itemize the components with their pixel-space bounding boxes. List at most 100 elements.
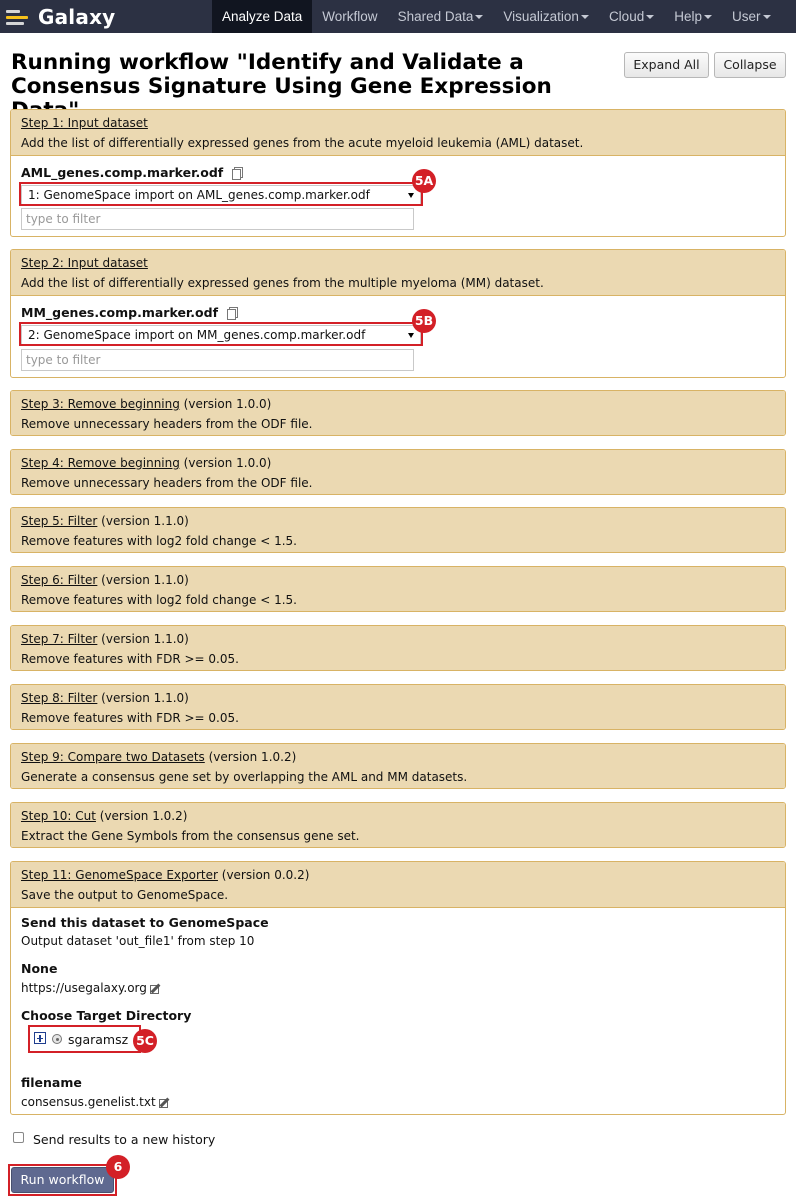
highlight-box xyxy=(19,322,423,346)
step-body: MM_genes.comp.marker.odf 2: GenomeSpace … xyxy=(11,295,785,377)
workflow-step-7: Step 7: Filter (version 1.1.0) Remove fe… xyxy=(10,625,786,671)
step-version: (version 1.0.0) xyxy=(179,397,272,411)
nav-analyze-data[interactable]: Analyze Data xyxy=(212,0,313,33)
filter-input[interactable]: type to filter xyxy=(21,349,414,371)
step-link[interactable]: Step 9: Compare two Datasets xyxy=(21,750,205,764)
edit-icon[interactable] xyxy=(149,983,162,995)
step-version: (version 1.1.0) xyxy=(97,632,189,646)
step-description: Remove unnecessary headers from the ODF … xyxy=(21,417,313,431)
nav-label: Shared Data xyxy=(397,9,474,24)
step-header: Step 10: Cut (version 1.0.2) Extract the… xyxy=(11,803,785,847)
none-row: https://usegalaxy.org xyxy=(21,981,162,995)
filename-value: consensus.genelist.txt xyxy=(21,1095,156,1109)
step-link[interactable]: Step 4: Remove beginning xyxy=(21,456,180,470)
nav-label: Cloud xyxy=(608,9,645,24)
step-description: Remove features with log2 fold change < … xyxy=(21,534,297,548)
nav-label: User xyxy=(731,9,761,24)
step-header: Step 9: Compare two Datasets (version 1.… xyxy=(11,744,785,788)
collapse-button[interactable]: Collapse xyxy=(714,52,786,78)
step-version: (version 1.1.0) xyxy=(97,514,189,528)
highlight-box xyxy=(19,182,423,206)
caret-down-icon xyxy=(646,15,655,20)
step-link[interactable]: Step 8: Filter xyxy=(21,691,97,705)
step-body: AML_genes.comp.marker.odf 1: GenomeSpace… xyxy=(11,155,785,236)
nav-label: Analyze Data xyxy=(222,9,303,24)
step-description: Remove features with log2 fold change < … xyxy=(21,593,297,607)
callout-badge: 5B xyxy=(412,309,436,333)
step-link[interactable]: Step 6: Filter xyxy=(21,573,97,587)
step-header: Step 5: Filter (version 1.1.0) Remove fe… xyxy=(11,508,785,552)
step-description: Remove features with FDR >= 0.05. xyxy=(21,652,239,666)
step-version: (version 1.0.2) xyxy=(95,809,188,823)
nav-help[interactable]: Help xyxy=(664,0,722,33)
step-link[interactable]: Step 1: Input dataset xyxy=(21,116,148,130)
caret-down-icon xyxy=(703,15,712,20)
caret-down-icon xyxy=(762,15,771,20)
masthead: Galaxy Analyze Data Workflow Shared Data… xyxy=(0,0,796,33)
step-link[interactable]: Step 7: Filter xyxy=(21,632,97,646)
workflow-step-6: Step 6: Filter (version 1.1.0) Remove fe… xyxy=(10,566,786,612)
callout-badge: 6 xyxy=(106,1155,130,1179)
workflow-step-11: Step 11: GenomeSpace Exporter (version 0… xyxy=(10,861,786,1115)
new-history-label: Send results to a new history xyxy=(33,1132,216,1147)
expand-all-button[interactable]: Expand All xyxy=(624,52,709,78)
galaxy-logo-icon xyxy=(6,6,32,28)
nav-shared-data[interactable]: Shared Data xyxy=(388,0,494,33)
highlight-box xyxy=(8,1164,117,1196)
new-history-checkbox[interactable] xyxy=(13,1132,24,1143)
step-link[interactable]: Step 2: Input dataset xyxy=(21,256,148,270)
step-link[interactable]: Step 3: Remove beginning xyxy=(21,397,180,411)
step-description: Extract the Gene Symbols from the consen… xyxy=(21,829,360,843)
nav-label: Help xyxy=(674,9,702,24)
step-version: (version 1.1.0) xyxy=(97,691,189,705)
edit-icon[interactable] xyxy=(158,1097,171,1109)
callout-badge: 5C xyxy=(133,1029,157,1053)
nav-user[interactable]: User xyxy=(722,0,781,33)
workflow-step-5: Step 5: Filter (version 1.1.0) Remove fe… xyxy=(10,507,786,553)
step-header: Step 7: Filter (version 1.1.0) Remove fe… xyxy=(11,626,785,670)
step-description: Generate a consensus gene set by overlap… xyxy=(21,770,468,784)
copy-icon[interactable] xyxy=(227,307,239,320)
filter-input[interactable]: type to filter xyxy=(21,208,414,230)
step-version: (version 1.1.0) xyxy=(97,573,189,587)
workflow-step-8: Step 8: Filter (version 1.1.0) Remove fe… xyxy=(10,684,786,730)
send-dataset-label: Send this dataset to GenomeSpace xyxy=(21,915,269,930)
step-description: Save the output to GenomeSpace. xyxy=(21,888,229,902)
step-version: (version 1.0.0) xyxy=(179,456,272,470)
top-nav: Analyze Data Workflow Shared Data Visual… xyxy=(212,0,781,33)
step-link[interactable]: Step 5: Filter xyxy=(21,514,97,528)
nav-workflow[interactable]: Workflow xyxy=(312,0,387,33)
step-description: Remove unnecessary headers from the ODF … xyxy=(21,476,313,490)
step-link[interactable]: Step 11: GenomeSpace Exporter xyxy=(21,868,218,882)
step-body: Send this dataset to GenomeSpace Output … xyxy=(11,907,785,1114)
send-dataset-value: Output dataset 'out_file1' from step 10 xyxy=(21,934,255,948)
nav-label: Workflow xyxy=(322,9,378,24)
target-directory-label: Choose Target Directory xyxy=(21,1008,192,1023)
nav-label: Visualization xyxy=(503,9,579,24)
brand[interactable]: Galaxy xyxy=(6,0,115,33)
step-header: Step 6: Filter (version 1.1.0) Remove fe… xyxy=(11,567,785,611)
workflow-step-2: Step 2: Input dataset Add the list of di… xyxy=(10,249,786,378)
step-header: Step 8: Filter (version 1.1.0) Remove fe… xyxy=(11,685,785,729)
step-description: Add the list of differentially expressed… xyxy=(21,136,584,150)
filename-row: consensus.genelist.txt xyxy=(21,1095,171,1109)
filename-label: filename xyxy=(21,1075,82,1090)
copy-icon[interactable] xyxy=(232,167,244,180)
workflow-step-9: Step 9: Compare two Datasets (version 1.… xyxy=(10,743,786,789)
step-header: Step 4: Remove beginning (version 1.0.0)… xyxy=(11,450,785,494)
caret-down-icon xyxy=(580,15,589,20)
step-description: Add the list of differentially expressed… xyxy=(21,276,544,290)
step-header: Step 1: Input dataset Add the list of di… xyxy=(11,110,785,155)
step-header: Step 2: Input dataset Add the list of di… xyxy=(11,250,785,295)
brand-name: Galaxy xyxy=(38,4,116,29)
workflow-step-4: Step 4: Remove beginning (version 1.0.0)… xyxy=(10,449,786,495)
nav-cloud[interactable]: Cloud xyxy=(599,0,664,33)
workflow-step-3: Step 3: Remove beginning (version 1.0.0)… xyxy=(10,390,786,436)
nav-visualization[interactable]: Visualization xyxy=(493,0,599,33)
input-label: MM_genes.comp.marker.odf xyxy=(21,305,219,320)
step-version: (version 1.0.2) xyxy=(204,750,297,764)
step-link[interactable]: Step 10: Cut xyxy=(21,809,96,823)
step-header: Step 11: GenomeSpace Exporter (version 0… xyxy=(11,862,785,907)
none-label: None xyxy=(21,961,58,976)
workflow-step-10: Step 10: Cut (version 1.0.2) Extract the… xyxy=(10,802,786,848)
